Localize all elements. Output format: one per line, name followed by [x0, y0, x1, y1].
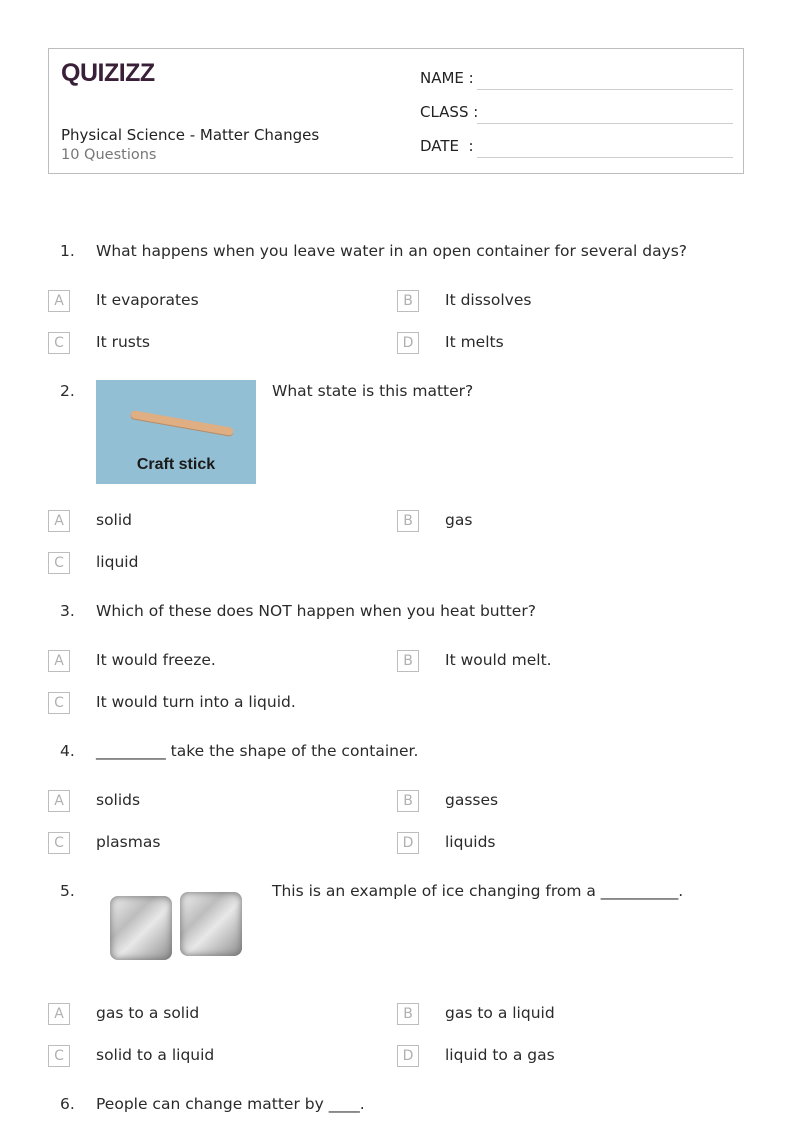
option-text: gas to a liquid: [445, 1004, 555, 1022]
option-text: solids: [96, 791, 141, 809]
question-number: 5.: [60, 882, 75, 900]
option-text: It would freeze.: [96, 651, 216, 669]
question-text: This is an example of ice changing from …: [272, 882, 684, 900]
ice-cube-right: [180, 892, 242, 956]
craft-stick-image: Craft stick: [96, 380, 256, 484]
option-box-a[interactable]: A: [48, 1003, 70, 1025]
question-number: 1.: [60, 242, 75, 260]
option-box-a[interactable]: A: [48, 790, 70, 812]
option-box-c[interactable]: C: [48, 552, 70, 574]
option-box-b[interactable]: B: [397, 790, 419, 812]
option-box-c[interactable]: C: [48, 1045, 70, 1067]
craft-stick-caption: Craft stick: [136, 456, 216, 473]
quizizz-logo: QUIZIZZ: [61, 59, 155, 87]
option-text: It would turn into a liquid.: [96, 693, 296, 711]
question-text: What state is this matter?: [272, 382, 474, 400]
worksheet-title: Physical Science - Matter Changes: [61, 126, 320, 144]
name-field[interactable]: [477, 89, 733, 90]
option-text: solid: [96, 511, 133, 529]
question-number: 3.: [60, 602, 75, 620]
date-label: DATE :: [420, 137, 474, 155]
ice-cube-left: [110, 896, 172, 960]
option-text: It evaporates: [96, 291, 199, 309]
option-box-b[interactable]: B: [397, 650, 419, 672]
option-box-d[interactable]: D: [397, 332, 419, 354]
option-text: It dissolves: [445, 291, 532, 309]
class-label: CLASS :: [420, 103, 479, 121]
option-text: gasses: [445, 791, 499, 809]
option-box-b[interactable]: B: [397, 290, 419, 312]
craft-stick-shape: [130, 410, 234, 436]
question-text: What happens when you leave water in an …: [96, 242, 688, 260]
date-field[interactable]: [477, 157, 733, 158]
question-text: People can change matter by ____.: [96, 1095, 365, 1113]
class-field[interactable]: [477, 123, 733, 124]
option-box-c[interactable]: C: [48, 332, 70, 354]
option-text: It rusts: [96, 333, 151, 351]
option-box-a[interactable]: A: [48, 290, 70, 312]
option-box-c[interactable]: C: [48, 832, 70, 854]
option-text: It would melt.: [445, 651, 552, 669]
option-box-a[interactable]: A: [48, 510, 70, 532]
option-text: plasmas: [96, 833, 161, 851]
option-text: liquid: [96, 553, 139, 571]
question-number: 4.: [60, 742, 75, 760]
option-text: solid to a liquid: [96, 1046, 215, 1064]
question-number: 6.: [60, 1095, 75, 1113]
option-text: liquid to a gas: [445, 1046, 555, 1064]
question-text: _________ take the shape of the containe…: [96, 742, 419, 760]
question-number: 2.: [60, 382, 75, 400]
option-box-d[interactable]: D: [397, 1045, 419, 1067]
option-text: gas to a solid: [96, 1004, 200, 1022]
option-box-b[interactable]: B: [397, 510, 419, 532]
option-box-b[interactable]: B: [397, 1003, 419, 1025]
option-text: It melts: [445, 333, 504, 351]
worksheet-header: QUIZIZZ Physical Science - Matter Change…: [48, 48, 744, 174]
name-label: NAME :: [420, 69, 474, 87]
option-text: liquids: [445, 833, 496, 851]
option-box-a[interactable]: A: [48, 650, 70, 672]
ice-cubes-image: [106, 892, 248, 964]
option-text: gas: [445, 511, 473, 529]
option-box-d[interactable]: D: [397, 832, 419, 854]
option-box-c[interactable]: C: [48, 692, 70, 714]
question-count: 10 Questions: [61, 147, 157, 163]
question-text: Which of these does NOT happen when you …: [96, 602, 536, 620]
